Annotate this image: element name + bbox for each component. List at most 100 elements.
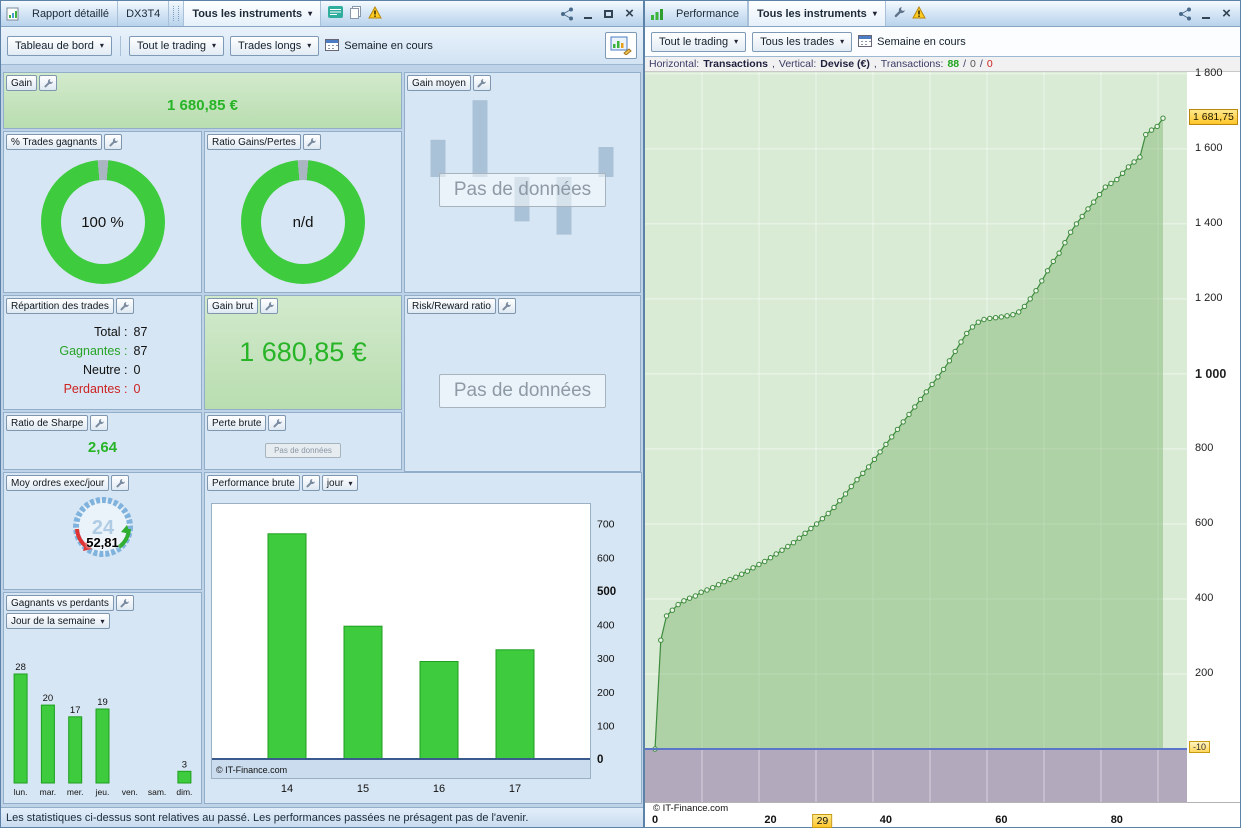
view-dropdown-label: Tableau de bord xyxy=(15,40,94,52)
status-bar: Les statistiques ci-dessus sont relative… xyxy=(1,807,643,827)
panel-ratio-gains-pertes: Ratio Gains/Pertes n/d xyxy=(204,131,402,293)
chevron-down-icon: ▾ xyxy=(873,9,877,18)
wrench-icon[interactable] xyxy=(498,298,516,314)
copy-icon[interactable] xyxy=(349,5,362,22)
trades-type-dropdown[interactable]: Tous les trades ▾ xyxy=(752,32,852,52)
panel-moy-ordres: Moy ordres exec/jour 24 52,81 xyxy=(3,472,202,590)
repartition-row-total: Total87 xyxy=(4,323,201,342)
chart-report-button[interactable] xyxy=(605,32,637,59)
y-tick-label: 200 xyxy=(1195,667,1213,679)
ratio-gp-panel-button[interactable]: Ratio Gains/Pertes xyxy=(207,134,301,150)
wrench-icon[interactable] xyxy=(90,415,108,431)
period-selector[interactable]: Semaine en cours xyxy=(858,34,966,50)
wrench-icon[interactable] xyxy=(893,6,906,22)
svg-text:200: 200 xyxy=(597,687,615,699)
svg-text:400: 400 xyxy=(597,620,615,632)
gain-moyen-panel-button[interactable]: Gain moyen xyxy=(407,75,471,91)
window-controls: × xyxy=(1176,1,1240,26)
svg-text:0: 0 xyxy=(597,754,603,766)
wrench-icon[interactable] xyxy=(260,298,278,314)
calendar-icon xyxy=(858,34,872,50)
minimize-button[interactable] xyxy=(579,6,596,22)
wrench-icon[interactable] xyxy=(104,134,122,150)
equity-y-axis[interactable]: 1 681,75 -10 2004006008001 0001 2001 400… xyxy=(1188,72,1240,802)
view-dropdown[interactable]: Tableau de bord▾ xyxy=(7,36,112,56)
x-tick-label: 0 xyxy=(652,814,658,826)
close-button[interactable]: × xyxy=(1218,6,1235,22)
instruments-dropdown[interactable]: Tous les instruments ▾ xyxy=(748,1,886,26)
warning-icon[interactable] xyxy=(912,6,926,22)
sharpe-panel-button[interactable]: Ratio de Sharpe xyxy=(6,415,88,431)
share-icon[interactable] xyxy=(1176,6,1193,22)
trades-type-label: Tous les trades xyxy=(760,36,834,48)
repartition-row-perdantes: Perdantes0 xyxy=(4,380,201,399)
trading-scope-dropdown[interactable]: Tout le trading▾ xyxy=(651,32,746,52)
gagnants-perdants-panel-button[interactable]: Gagnants vs perdants xyxy=(6,595,114,611)
drag-grip[interactable] xyxy=(173,6,179,21)
chevron-down-icon: ▾ xyxy=(840,37,844,46)
risk-reward-panel-button[interactable]: Risk/Reward ratio xyxy=(407,298,496,314)
weekday-dimension-dropdown[interactable]: Jour de la semaine▾ xyxy=(6,613,110,629)
warning-icon[interactable] xyxy=(368,6,382,22)
equity-x-axis[interactable]: © IT-Finance.com 02040608029 xyxy=(645,802,1240,827)
maximize-button[interactable] xyxy=(600,6,617,22)
repartition-row-gagnantes: Gagnantes87 xyxy=(4,342,201,361)
svg-text:700: 700 xyxy=(597,519,615,531)
report-titlebar[interactable]: Rapport détaillé DX3T4 Tous les instrume… xyxy=(1,1,643,27)
wrench-icon[interactable] xyxy=(268,415,286,431)
instruments-dropdown[interactable]: Tous les instruments ▾ xyxy=(183,1,321,26)
y-tick-label: 1 000 xyxy=(1195,367,1226,381)
x-tick-highlight: 29 xyxy=(813,814,833,828)
perf-brute-period-dropdown[interactable]: jour▾ xyxy=(322,475,358,491)
period-selector[interactable]: Semaine en cours xyxy=(325,38,433,54)
gain-brut-value: 1 680,85 € xyxy=(239,337,367,368)
trades-type-label: Trades longs xyxy=(238,40,301,52)
svg-text:jeu.: jeu. xyxy=(95,787,110,797)
minimize-button[interactable] xyxy=(1197,6,1214,22)
window-controls: × xyxy=(558,1,643,26)
transactions-wins: 88 xyxy=(947,58,959,70)
equity-chart: 1 681,75 -10 2004006008001 0001 2001 400… xyxy=(645,72,1240,827)
wrench-icon[interactable] xyxy=(111,475,129,491)
wrench-icon[interactable] xyxy=(39,75,57,91)
wrench-icon[interactable] xyxy=(302,475,320,491)
svg-text:17: 17 xyxy=(70,705,81,716)
close-button[interactable]: × xyxy=(621,6,638,22)
svg-text:3: 3 xyxy=(182,759,187,770)
x-tick-label: 20 xyxy=(764,814,776,826)
mail-icon[interactable] xyxy=(328,6,343,21)
x-tick-label: 40 xyxy=(880,814,892,826)
tab-performance[interactable]: Performance xyxy=(668,1,748,26)
wrench-icon[interactable] xyxy=(116,595,134,611)
svg-text:lun.: lun. xyxy=(14,787,28,797)
gain-panel-button[interactable]: Gain xyxy=(6,75,37,91)
gain-brut-panel-button[interactable]: Gain brut xyxy=(207,298,258,314)
svg-text:20: 20 xyxy=(43,693,54,704)
panel-perte-brute: Perte brute Pas de données xyxy=(204,412,402,470)
perte-brute-panel-button[interactable]: Perte brute xyxy=(207,415,266,431)
wrench-icon[interactable] xyxy=(116,298,134,314)
share-icon[interactable] xyxy=(558,6,575,22)
trades-type-dropdown[interactable]: Trades longs ▾ xyxy=(230,36,319,56)
tab-dx3t4[interactable]: DX3T4 xyxy=(118,1,169,26)
chevron-down-icon: ▾ xyxy=(212,41,216,50)
pct-gagnants-panel-button[interactable]: % Trades gagnants xyxy=(6,134,102,150)
wrench-icon[interactable] xyxy=(473,75,491,91)
moy-ordres-panel-button[interactable]: Moy ordres exec/jour xyxy=(6,475,109,491)
report-window: Rapport détaillé DX3T4 Tous les instrume… xyxy=(0,0,644,828)
dashboard: Gain 1 680,85 € Gain moyen Pas de donnée… xyxy=(1,65,643,807)
svg-text:mer.: mer. xyxy=(67,787,84,797)
repartition-panel-button[interactable]: Répartition des trades xyxy=(6,298,114,314)
tab-rapport-detaille[interactable]: Rapport détaillé xyxy=(24,1,118,26)
y-tick-label: 1 200 xyxy=(1195,292,1223,304)
report-toolbar: Tableau de bord▾ Tout le trading▾ Trades… xyxy=(1,27,643,65)
gain-value: 1 680,85 € xyxy=(167,87,238,114)
wrench-icon[interactable] xyxy=(303,134,321,150)
performance-titlebar[interactable]: Performance Tous les instruments ▾ × xyxy=(645,1,1240,27)
transactions-neutral: 0 xyxy=(970,58,976,70)
perf-brute-panel-button[interactable]: Performance brute xyxy=(207,475,300,491)
equity-plot-area[interactable] xyxy=(645,72,1187,802)
trading-scope-dropdown[interactable]: Tout le trading▾ xyxy=(129,36,224,56)
chevron-down-icon: ▾ xyxy=(307,41,311,50)
tab-label: Rapport détaillé xyxy=(32,8,109,20)
